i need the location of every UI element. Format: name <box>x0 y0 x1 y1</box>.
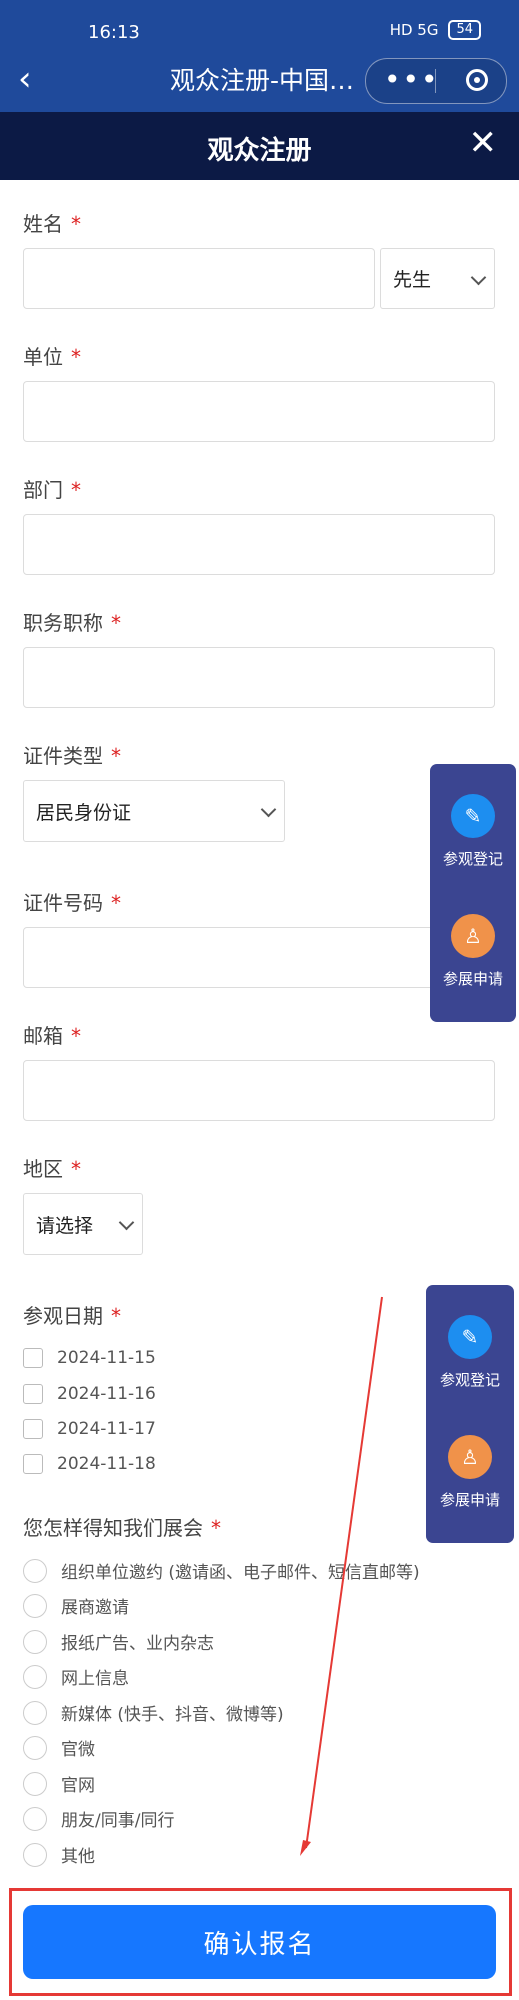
confirm-register-button[interactable]: 确认报名 <box>23 1905 496 1979</box>
annotation-arrow <box>300 1296 383 1856</box>
